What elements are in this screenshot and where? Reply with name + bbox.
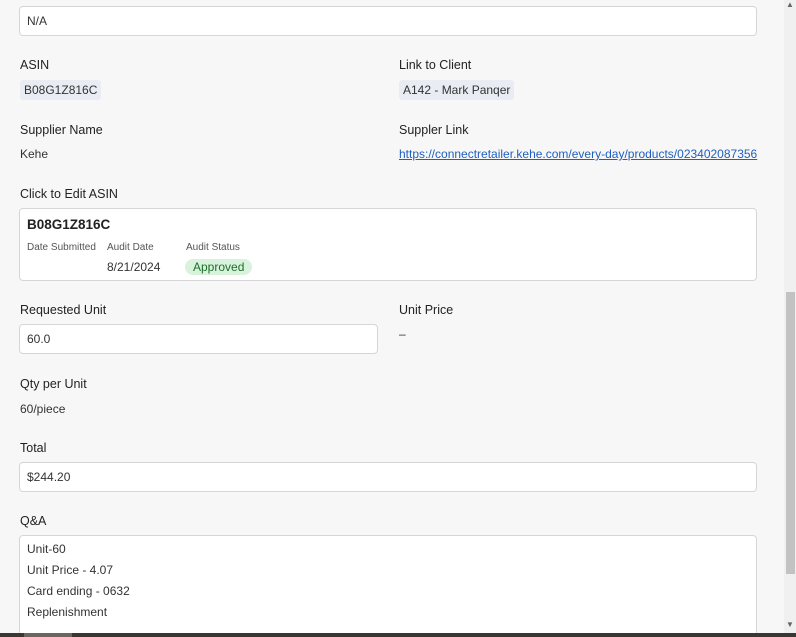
unit-price-value: – xyxy=(399,327,406,341)
requested-unit-input[interactable]: 60.0 xyxy=(19,324,378,354)
asin-chip[interactable]: B08G1Z816C xyxy=(20,80,102,100)
requested-unit-label: Requested Unit xyxy=(20,303,107,317)
audit-status-badge: Approved xyxy=(185,259,253,275)
qty-per-unit-value: 60/piece xyxy=(20,402,66,416)
bottom-edge-segment xyxy=(24,633,72,637)
link-to-client-label: Link to Client xyxy=(399,58,472,72)
asin-record-title: B08G1Z816C xyxy=(27,217,111,232)
edit-asin-label: Click to Edit ASIN xyxy=(20,187,118,201)
link-to-client-chip[interactable]: A142 - Mark Panqer xyxy=(399,80,515,100)
scrollbar-thumb[interactable] xyxy=(786,292,795,574)
audit-date-value: 8/21/2024 xyxy=(107,260,161,274)
audit-date-label: Audit Date xyxy=(107,242,154,253)
top-text-field[interactable]: N/A xyxy=(19,6,757,36)
asin-label: ASIN xyxy=(20,58,50,72)
asin-record-card[interactable]: B08G1Z816C Date Submitted Audit Date 8/2… xyxy=(19,208,757,281)
total-label: Total xyxy=(20,441,47,455)
chevron-down-icon[interactable]: ▼ xyxy=(785,620,795,630)
total-input[interactable]: $244.20 xyxy=(19,462,757,492)
supplier-name-label: Supplier Name xyxy=(20,123,103,137)
qa-line: Card ending - 0632 xyxy=(27,584,130,598)
bottom-edge-bar xyxy=(0,633,796,637)
date-submitted-label: Date Submitted xyxy=(27,242,96,253)
qa-textarea[interactable]: Unit-60 Unit Price - 4.07 Card ending - … xyxy=(19,535,757,637)
qa-line: Unit Price - 4.07 xyxy=(27,563,114,577)
qty-per-unit-label: Qty per Unit xyxy=(20,377,87,391)
supplier-name-value: Kehe xyxy=(20,147,49,161)
vertical-scrollbar[interactable]: ▲ ▼ xyxy=(784,0,796,633)
qa-line: Replenishment xyxy=(27,605,108,619)
qa-label: Q&A xyxy=(20,514,47,528)
audit-status-label: Audit Status xyxy=(186,242,240,253)
chevron-up-icon[interactable]: ▲ xyxy=(785,0,795,10)
unit-price-label: Unit Price xyxy=(399,303,454,317)
supplier-link-label: Suppler Link xyxy=(399,123,469,137)
supplier-link[interactable]: https://connectretailer.kehe.com/every-d… xyxy=(399,147,757,161)
qa-line: Unit-60 xyxy=(27,542,66,556)
